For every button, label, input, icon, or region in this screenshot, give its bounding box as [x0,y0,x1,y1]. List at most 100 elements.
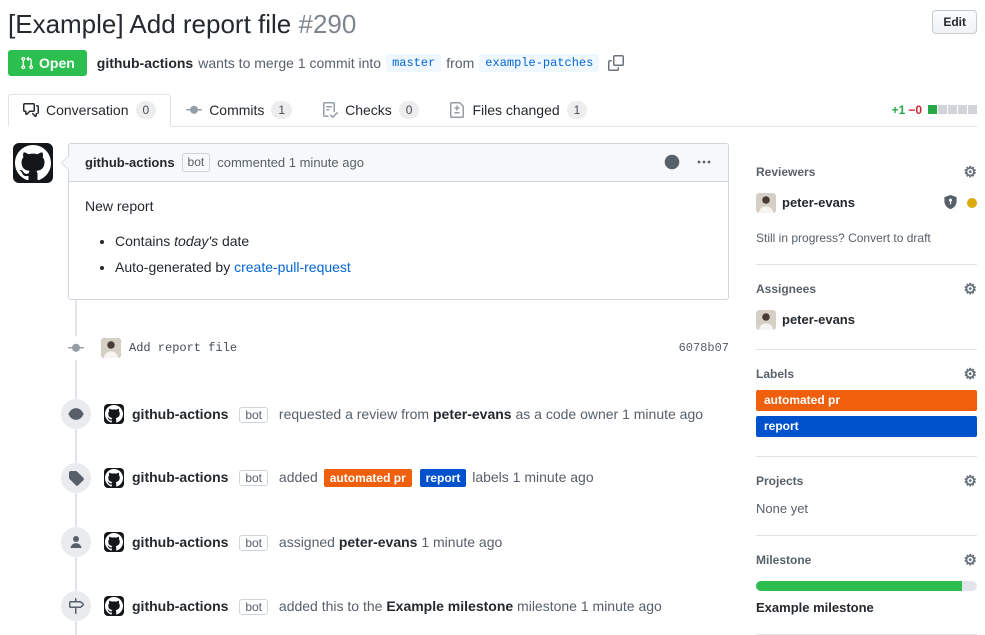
open-state-badge: Open [8,50,87,76]
tab-files-changed[interactable]: Files changed 1 [434,94,602,127]
gear-icon[interactable]: ⚙ [964,165,977,180]
milestone-name-link[interactable]: Example milestone [756,600,977,615]
comment-bullet-list: Contains today's date Auto-generated by … [85,231,712,278]
timeline-event-assigned: github-actions bot assigned peter-evans … [8,527,729,557]
bot-badge: bot [239,470,268,486]
tab-commits-label: Commits [209,102,264,118]
base-branch-label[interactable]: master [386,54,441,72]
comment-author-link[interactable]: github-actions [85,155,175,170]
milestone-progress-bar [756,581,977,591]
event-text-part: added [279,469,318,485]
label-report[interactable]: report [420,469,467,487]
emoji-reaction-icon[interactable] [664,154,680,170]
diffstat-block [928,105,937,114]
event-user-link[interactable]: peter-evans [433,406,512,422]
avatar[interactable] [13,143,53,183]
event-text: github-actions bot assigned peter-evans … [132,532,502,552]
diffstat[interactable]: +1 −0 [892,103,977,126]
state-label: Open [39,55,75,71]
head-branch-label[interactable]: example-patches [479,54,599,72]
pr-author-link[interactable]: github-actions [97,55,193,71]
page-title: [Example] Add report file #290 [8,8,977,41]
avatar[interactable] [104,404,124,424]
bot-badge: bot [239,407,268,423]
event-text-part: added this to the [279,598,383,614]
tab-checks[interactable]: Checks 0 [307,94,434,127]
avatar[interactable] [104,468,124,488]
copy-branch-icon[interactable] [608,55,624,71]
person-icon [61,527,91,557]
gear-icon[interactable]: ⚙ [964,553,977,568]
gear-icon[interactable]: ⚙ [964,367,977,382]
assignees-title: Assignees [756,282,816,296]
sidebar-section-milestone: Milestone ⚙ Example milestone [756,536,977,635]
avatar[interactable] [756,310,776,330]
shield-key-icon [943,195,958,210]
gear-icon[interactable]: ⚙ [964,474,977,489]
tab-files-count: 1 [567,101,588,119]
pr-number: #290 [299,9,357,39]
event-text-part: as a code owner 1 minute ago [515,406,703,422]
create-pull-request-link[interactable]: create-pull-request [234,259,351,275]
label-automated-pr[interactable]: automated pr [756,390,977,411]
tab-conversation[interactable]: Conversation 0 [8,94,171,127]
convert-to-draft-hint: Still in progress? Convert to draft [756,231,977,245]
label-automated-pr[interactable]: automated pr [324,469,412,487]
pr-meta-row: Open github-actions wants to merge 1 com… [8,50,977,76]
reviewer-row: peter-evans [756,193,977,213]
pending-review-dot [967,198,977,208]
git-commit-icon [186,102,202,118]
pr-description-comment: github-actions bot commented 1 minute ag… [8,143,729,300]
git-commit-icon [61,336,91,360]
commit-message-link[interactable]: Add report file [129,341,237,355]
avatar[interactable] [104,532,124,552]
sidebar-section-projects: Projects ⚙ None yet [756,457,977,536]
assignee-row: peter-evans [756,310,977,330]
comment-intro: New report [85,196,712,217]
diffstat-deletions: −0 [908,103,922,117]
event-text-part: labels 1 minute ago [472,469,593,485]
bot-badge: bot [239,599,268,615]
pr-sidebar: Reviewers ⚙ peter-evans Still in progres… [756,143,977,635]
file-diff-icon [449,102,465,118]
event-author-link[interactable]: github-actions [132,598,228,614]
avatar[interactable] [104,596,124,616]
tab-commits[interactable]: Commits 1 [171,94,307,127]
bot-badge: bot [239,535,268,551]
comment-discussion-icon [23,102,39,118]
bullet-emphasis: today's [174,233,218,249]
bullet-text: Contains [115,233,174,249]
labels-title: Labels [756,367,794,381]
event-author-link[interactable]: github-actions [132,469,228,485]
bot-badge: bot [182,153,211,172]
event-milestone-link[interactable]: Example milestone [386,598,513,614]
review-state [943,195,977,210]
commit-sha-link[interactable]: 6078b07 [679,341,729,355]
event-user-link[interactable]: peter-evans [339,534,418,550]
tab-commits-count: 1 [271,101,292,119]
event-author-link[interactable]: github-actions [132,534,228,550]
label-report[interactable]: report [756,416,977,437]
event-author-link[interactable]: github-actions [132,406,228,422]
reviewer-name-link[interactable]: peter-evans [782,195,855,210]
commit-row: Add report file 6078b07 [8,336,729,360]
avatar[interactable] [756,193,776,213]
hint-question: Still in progress? [756,231,845,245]
kebab-menu-icon[interactable] [696,154,712,170]
sidebar-section-labels: Labels ⚙ automated pr report [756,350,977,457]
merge-text: wants to merge 1 commit into [198,55,381,71]
event-text-part: requested a review from [279,406,429,422]
tab-conversation-label: Conversation [46,102,129,118]
edit-button[interactable]: Edit [932,10,977,34]
assignee-name-link[interactable]: peter-evans [782,312,855,327]
milestone-title: Milestone [756,553,811,567]
eye-icon [61,399,91,429]
event-text-part: assigned [279,534,335,550]
gear-icon[interactable]: ⚙ [964,282,977,297]
convert-to-draft-link[interactable]: Convert to draft [848,231,931,245]
avatar[interactable] [101,338,121,358]
timeline-event-labeled: github-actions bot added automated pr re… [8,463,729,493]
comment-body: New report Contains today's date Auto-ge… [69,182,728,299]
event-text-part: milestone 1 minute ago [517,598,662,614]
pr-title-text: [Example] Add report file [8,9,291,39]
